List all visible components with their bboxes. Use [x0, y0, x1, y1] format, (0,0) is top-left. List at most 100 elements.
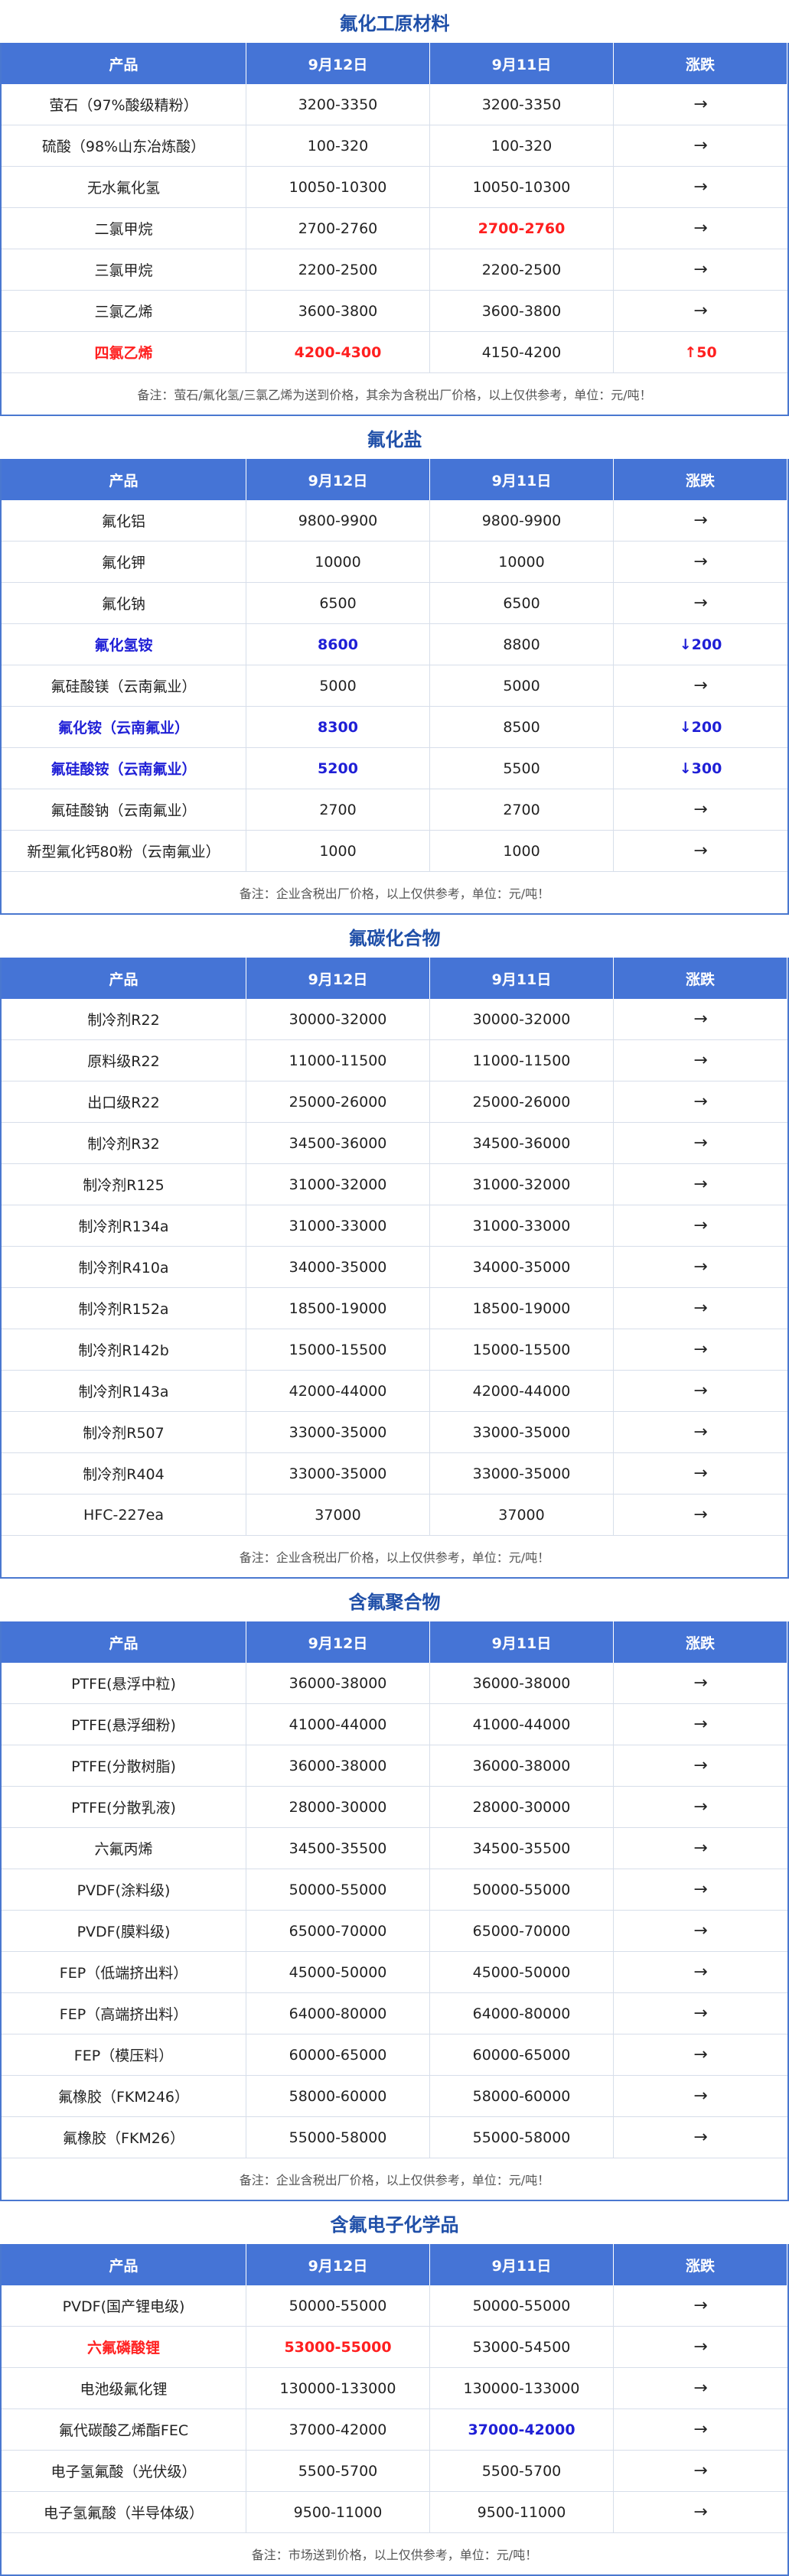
product-cell: 氟代碳酸乙烯酯FEC	[2, 2409, 246, 2450]
product-cell: 制冷剂R507	[2, 1412, 246, 1452]
product-cell: 电池级氟化锂	[2, 2368, 246, 2408]
change-cell: →	[693, 1340, 708, 1359]
table-row: 制冷剂R32 34500-36000 34500-36000 →	[2, 1123, 787, 1164]
price-prev-cell: 60000-65000	[430, 2034, 614, 2075]
product-cell: 六氟丙烯	[2, 1828, 246, 1869]
change-cell: →	[693, 1299, 708, 1318]
price-prev-cell: 5500	[430, 748, 614, 789]
change-cell: →	[693, 800, 708, 819]
price-prev-cell: 130000-133000	[430, 2368, 614, 2408]
table-row: 制冷剂R142b 15000-15500 15000-15500 →	[2, 1329, 787, 1371]
price-today-cell: 25000-26000	[246, 1081, 430, 1122]
price-today-cell: 65000-70000	[246, 1911, 430, 1951]
product-cell: 制冷剂R134a	[2, 1205, 246, 1246]
product-cell: 氟化钾	[2, 542, 246, 582]
product-cell: 氟硅酸铵（云南氟业）	[2, 748, 246, 789]
price-prev-cell: 3200-3350	[430, 84, 614, 125]
section-title: 氟碳化合物	[348, 927, 441, 949]
price-today-cell: 55000-58000	[246, 2117, 430, 2158]
product-cell: 制冷剂R404	[2, 1453, 246, 1494]
price-prev-cell: 65000-70000	[430, 1911, 614, 1951]
price-today-cell: 2700-2760	[246, 208, 430, 249]
price-today-cell: 36000-38000	[246, 1745, 430, 1786]
price-prev-cell: 55000-58000	[430, 2117, 614, 2158]
table-row: PTFE(分散树脂) 36000-38000 36000-38000 →	[2, 1745, 787, 1787]
product-cell: 电子氢氟酸（光伏级）	[2, 2451, 246, 2491]
price-prev-cell: 33000-35000	[430, 1453, 614, 1494]
header-cell: 产品	[2, 459, 246, 500]
table-note: 备注：萤石/氟化氢/三氯乙烯为送到价格，其余为含税出厂价格，以上仅供参考，单位：…	[2, 373, 787, 416]
table-row: 氟硅酸钠（云南氟业） 2700 2700 →	[2, 789, 787, 831]
table-row: 硫酸（98%山东冶炼酸） 100-320 100-320 →	[2, 125, 787, 167]
price-today-cell: 3200-3350	[246, 84, 430, 125]
price-prev-cell: 15000-15500	[430, 1329, 614, 1370]
price-today-cell: 2700	[246, 789, 430, 830]
header-cell: 9月12日	[246, 958, 430, 999]
change-cell: →	[693, 2296, 708, 2315]
product-cell: 电子氢氟酸（半导体级）	[2, 2492, 246, 2532]
table-row: 电池级氟化锂 130000-133000 130000-133000 →	[2, 2368, 787, 2409]
price-prev-cell: 10050-10300	[430, 167, 614, 207]
price-today-cell: 8600	[246, 624, 430, 665]
price-prev-cell: 3600-3800	[430, 291, 614, 331]
table-note: 备注：企业含税出厂价格，以上仅供参考，单位：元/吨！	[2, 2158, 787, 2201]
product-cell: 氟橡胶（FKM26）	[2, 2117, 246, 2158]
table-row: 三氯乙烯 3600-3800 3600-3800 →	[2, 291, 787, 332]
table-row: 氟代碳酸乙烯酯FEC 37000-42000 37000-42000 →	[2, 2409, 787, 2451]
price-today-cell: 2200-2500	[246, 249, 430, 290]
table-row: 六氟丙烯 34500-35500 34500-35500 →	[2, 1828, 787, 1869]
product-cell: PTFE(分散树脂)	[2, 1745, 246, 1786]
header-cell: 涨跌	[614, 2244, 787, 2285]
table-row: 制冷剂R22 30000-32000 30000-32000 →	[2, 999, 787, 1040]
product-cell: PVDF(国产锂电级)	[2, 2285, 246, 2326]
change-cell: →	[693, 1797, 708, 1817]
price-today-cell: 8300	[246, 707, 430, 747]
price-today-cell: 42000-44000	[246, 1371, 430, 1411]
price-prev-cell: 50000-55000	[430, 2285, 614, 2326]
price-today-cell: 50000-55000	[246, 2285, 430, 2326]
header-cell: 9月11日	[430, 1621, 614, 1663]
price-prev-cell: 45000-50000	[430, 1952, 614, 1992]
price-today-cell: 60000-65000	[246, 2034, 430, 2075]
product-cell: 制冷剂R410a	[2, 1247, 246, 1287]
change-cell: →	[693, 594, 708, 613]
change-cell: →	[693, 1010, 708, 1029]
change-cell: →	[693, 1464, 708, 1483]
change-cell: →	[693, 1880, 708, 1899]
change-cell: →	[693, 2128, 708, 2147]
price-today-cell: 5000	[246, 665, 430, 706]
price-prev-cell: 1000	[430, 831, 614, 871]
price-prev-cell: 34500-36000	[430, 1123, 614, 1163]
section-title: 含氟电子化学品	[330, 2213, 459, 2236]
table-row: 四氯乙烯 4200-4300 4150-4200 ↑50	[2, 332, 787, 373]
section-title: 含氟聚合物	[348, 1591, 441, 1613]
change-cell: ↑50	[684, 343, 717, 361]
price-today-cell: 30000-32000	[246, 999, 430, 1039]
change-cell: →	[693, 2004, 708, 2023]
header-cell: 产品	[2, 958, 246, 999]
table-row: 制冷剂R507 33000-35000 33000-35000 →	[2, 1412, 787, 1453]
section-title: 氟化工原材料	[339, 12, 450, 34]
price-today-cell: 36000-38000	[246, 1663, 430, 1703]
product-cell: 制冷剂R143a	[2, 1371, 246, 1411]
table-row: 氟橡胶（FKM26） 55000-58000 55000-58000 →	[2, 2117, 787, 2158]
price-today-cell: 41000-44000	[246, 1704, 430, 1745]
price-today-cell: 37000-42000	[246, 2409, 430, 2450]
price-prev-cell: 6500	[430, 583, 614, 623]
price-prev-cell: 64000-80000	[430, 1993, 614, 2034]
table-row: PVDF(膜料级) 65000-70000 65000-70000 →	[2, 1911, 787, 1952]
header-cell: 9月11日	[430, 459, 614, 500]
price-today-cell: 53000-55000	[246, 2327, 430, 2367]
header-cell: 9月11日	[430, 2244, 614, 2285]
header-cell: 涨跌	[614, 958, 787, 999]
change-cell: →	[693, 1051, 708, 1070]
product-cell: 制冷剂R152a	[2, 1288, 246, 1329]
price-prev-cell: 100-320	[430, 125, 614, 166]
product-cell: PTFE(分散乳液)	[2, 1787, 246, 1827]
price-today-cell: 9800-9900	[246, 500, 430, 541]
table-row: 制冷剂R404 33000-35000 33000-35000 →	[2, 1453, 787, 1495]
price-today-cell: 11000-11500	[246, 1040, 430, 1081]
table-row: FEP（低端挤出料） 45000-50000 45000-50000 →	[2, 1952, 787, 1993]
table-row: 电子氢氟酸（光伏级） 5500-5700 5500-5700 →	[2, 2451, 787, 2492]
product-cell: 氟硅酸镁（云南氟业）	[2, 665, 246, 706]
